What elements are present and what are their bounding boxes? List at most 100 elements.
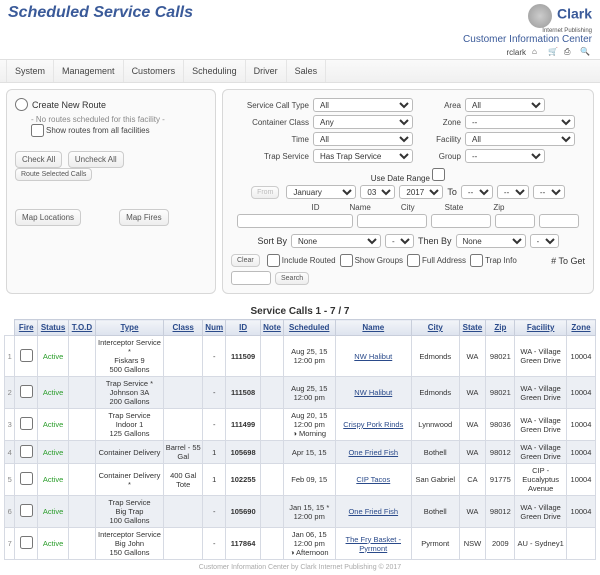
cell-state: WA bbox=[459, 496, 486, 528]
facility-select[interactable]: All bbox=[465, 132, 575, 146]
group-label: Group bbox=[421, 152, 461, 161]
check-all-button[interactable]: Check All bbox=[15, 151, 62, 168]
from-year[interactable]: 2017 bbox=[399, 185, 443, 199]
nav-customers[interactable]: Customers bbox=[124, 60, 185, 82]
route-panel: Create New Route - No routes scheduled f… bbox=[6, 89, 216, 294]
col-zone[interactable]: Zone bbox=[566, 320, 595, 336]
map-fires-button[interactable]: Map Fires bbox=[119, 209, 169, 226]
search-button[interactable]: Search bbox=[275, 272, 309, 285]
col-num[interactable]: Num bbox=[203, 320, 226, 336]
show-all-check[interactable] bbox=[31, 124, 44, 137]
to-month[interactable]: -- bbox=[461, 185, 493, 199]
nav-scheduling[interactable]: Scheduling bbox=[184, 60, 246, 82]
cic-label: Customer Information Center bbox=[463, 34, 592, 45]
id-input[interactable] bbox=[237, 214, 353, 228]
time-label: Time bbox=[231, 135, 309, 144]
sortby-select[interactable]: None bbox=[291, 234, 381, 248]
map-locations-button[interactable]: Map Locations bbox=[15, 209, 81, 226]
cell-facility: WA - Village Green Drive bbox=[515, 377, 567, 409]
customer-link[interactable]: CIP Tacos bbox=[356, 475, 390, 484]
fire-check[interactable] bbox=[20, 504, 33, 517]
thenby-select[interactable]: None bbox=[456, 234, 526, 248]
full-check[interactable] bbox=[407, 254, 420, 267]
container-select[interactable]: Any bbox=[313, 115, 413, 129]
col-fire[interactable]: Fire bbox=[15, 320, 38, 336]
col-class[interactable]: Class bbox=[164, 320, 203, 336]
nav-management[interactable]: Management bbox=[54, 60, 124, 82]
cell-type: Trap Service *Johnson 3A200 Gallons bbox=[95, 377, 163, 409]
daterange-check[interactable] bbox=[432, 168, 445, 181]
cell-zip: 98021 bbox=[486, 336, 515, 377]
nav-system[interactable]: System bbox=[6, 60, 54, 82]
brand-block: Clark Internet Publishing Customer Infor… bbox=[463, 4, 592, 45]
cell-status: Active bbox=[38, 496, 69, 528]
search-icon[interactable]: 🔍 bbox=[580, 47, 590, 57]
clear-button[interactable]: Clear bbox=[231, 254, 260, 267]
uncheck-all-button[interactable]: Uncheck All bbox=[68, 151, 124, 168]
nav-driver[interactable]: Driver bbox=[246, 60, 287, 82]
routed-check[interactable] bbox=[267, 254, 280, 267]
col-scheduled[interactable]: Scheduled bbox=[283, 320, 335, 336]
col-id[interactable]: ID bbox=[226, 320, 261, 336]
customer-link[interactable]: NW Halibut bbox=[354, 388, 392, 397]
col-status[interactable]: Status bbox=[38, 320, 69, 336]
groups-check[interactable] bbox=[340, 254, 353, 267]
col-type[interactable]: Type bbox=[95, 320, 163, 336]
from-month[interactable]: January bbox=[286, 185, 356, 199]
fire-check[interactable] bbox=[20, 417, 33, 430]
col-tod[interactable]: T.O.D bbox=[69, 320, 96, 336]
col-zip[interactable]: Zip bbox=[486, 320, 515, 336]
customer-link[interactable]: NW Halibut bbox=[354, 352, 392, 361]
thenby-dir[interactable]: - bbox=[530, 234, 559, 248]
table-row: 7ActiveInterceptor ServiceBig John150 Ga… bbox=[5, 528, 596, 560]
time-select[interactable]: All bbox=[313, 132, 413, 146]
fire-check[interactable] bbox=[20, 536, 33, 549]
zone-label: Zone bbox=[421, 118, 461, 127]
col-zip: Zip bbox=[493, 203, 504, 212]
fire-check[interactable] bbox=[20, 349, 33, 362]
customer-link[interactable]: One Fried Fish bbox=[348, 507, 398, 516]
from-button[interactable]: From bbox=[251, 186, 279, 199]
cell-fire bbox=[15, 336, 38, 377]
sortby-label: Sort By bbox=[257, 236, 287, 246]
nav-sales[interactable]: Sales bbox=[287, 60, 327, 82]
area-select[interactable]: All bbox=[465, 98, 545, 112]
to-day[interactable]: -- bbox=[497, 185, 529, 199]
to-year[interactable]: -- bbox=[533, 185, 565, 199]
cell-type: Trap ServiceBig Trap100 Gallons bbox=[95, 496, 163, 528]
sortby-dir[interactable]: - bbox=[385, 234, 414, 248]
cart-icon[interactable]: 🛒 bbox=[548, 47, 558, 57]
col-city[interactable]: City bbox=[412, 320, 460, 336]
name-input[interactable] bbox=[357, 214, 427, 228]
from-day[interactable]: 03 bbox=[360, 185, 395, 199]
cell-sched: Apr 15, 15 bbox=[283, 441, 335, 464]
trap-select[interactable]: Has Trap Service bbox=[313, 149, 413, 163]
customer-link[interactable]: The Fry Basket - Pyrmont bbox=[346, 535, 401, 553]
home-icon[interactable]: ⌂ bbox=[532, 47, 542, 57]
route-selected-button[interactable]: Route Selected Calls bbox=[15, 168, 92, 181]
zone-select[interactable]: -- bbox=[465, 115, 575, 129]
print-icon[interactable]: ⎙ bbox=[564, 47, 574, 57]
cell-class bbox=[164, 496, 203, 528]
col-state[interactable]: State bbox=[459, 320, 486, 336]
col-facility[interactable]: Facility bbox=[515, 320, 567, 336]
zip-input[interactable] bbox=[539, 214, 579, 228]
toget-input[interactable] bbox=[231, 271, 271, 285]
col-note[interactable]: Note bbox=[261, 320, 284, 336]
cell-name: CIP Tacos bbox=[335, 464, 411, 496]
cell-class: 400 Gal Tote bbox=[164, 464, 203, 496]
col-name[interactable]: Name bbox=[335, 320, 411, 336]
fire-check[interactable] bbox=[20, 385, 33, 398]
brand-logo bbox=[528, 4, 552, 28]
fire-check[interactable] bbox=[20, 445, 33, 458]
create-route-radio[interactable] bbox=[15, 98, 28, 111]
fire-check[interactable] bbox=[20, 472, 33, 485]
city-input[interactable] bbox=[431, 214, 491, 228]
trapinfo-check[interactable] bbox=[470, 254, 483, 267]
group-select[interactable]: -- bbox=[465, 149, 545, 163]
state-input[interactable] bbox=[495, 214, 535, 228]
area-label: Area bbox=[421, 101, 461, 110]
customer-link[interactable]: One Fried Fish bbox=[348, 448, 398, 457]
type-select[interactable]: All bbox=[313, 98, 413, 112]
customer-link[interactable]: Crispy Pork Rinds bbox=[343, 420, 403, 429]
